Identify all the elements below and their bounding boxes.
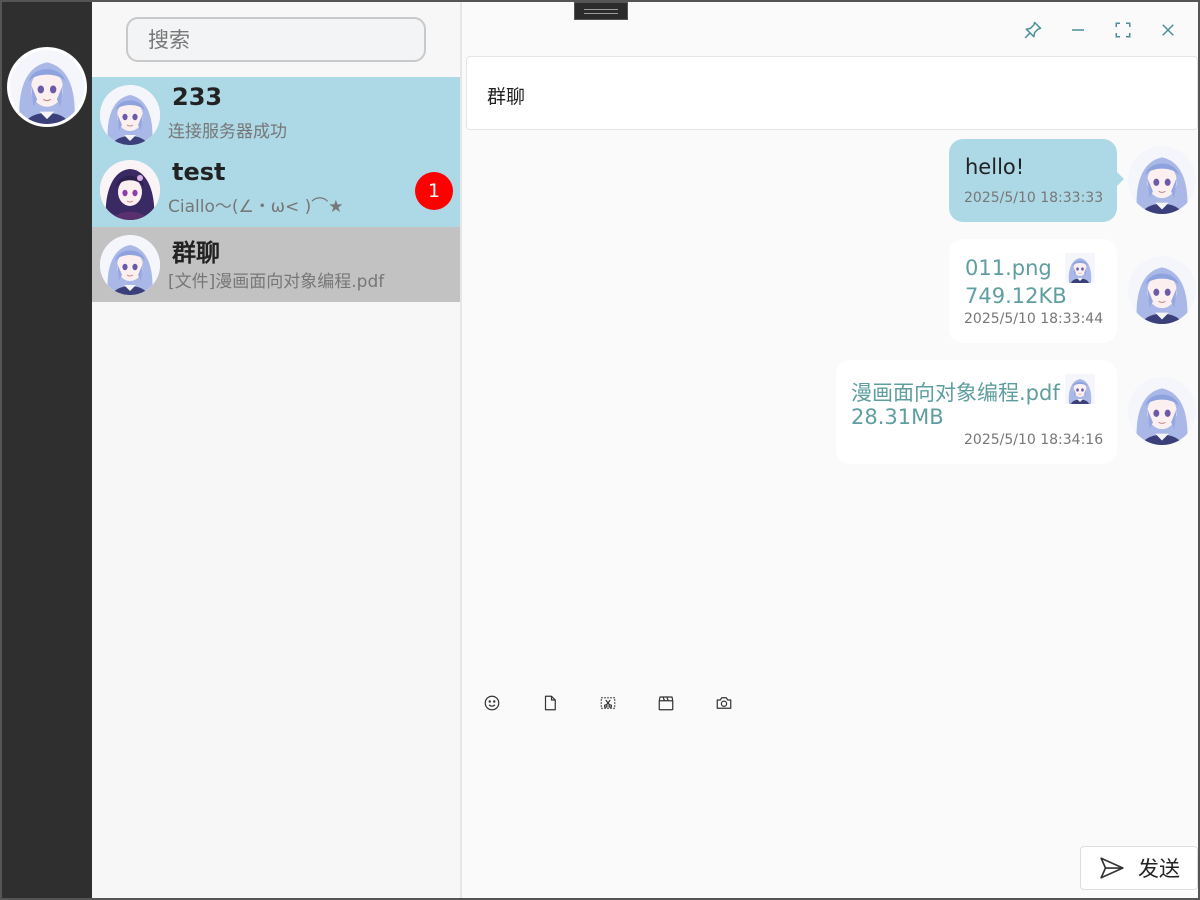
file-icon[interactable] [540,692,560,714]
input-toolbar [482,692,734,714]
send-button[interactable]: 发送 [1080,846,1198,890]
message-text: hello! [965,155,1025,179]
conversation-avatar [100,160,160,220]
file-bubble[interactable]: 011.png 749.12KB 2025/5/10 18:33:44 [949,239,1117,343]
avatar-icon [100,235,160,295]
conversation-item[interactable]: 群聊 [文件]漫画面向对象编程.pdf [92,227,460,302]
avatar-icon [100,85,160,145]
user-avatar-icon [10,50,84,124]
file-thumbnail [1065,253,1095,283]
pdf-thumbnail-icon [1065,374,1095,404]
conversation-name: 群聊 [172,239,220,267]
minimize-icon[interactable] [1064,16,1092,44]
avatar-icon [1128,256,1196,324]
conversation-preview: Ciallo～(∠・ω< )⌒★ [168,197,344,217]
user-avatar[interactable] [7,47,87,127]
avatar-icon [100,160,160,220]
send-icon [1100,857,1124,879]
file-name: 漫画面向对象编程.pdf [851,381,1060,405]
close-icon[interactable] [1154,16,1182,44]
screenshot-icon[interactable] [598,692,618,714]
message-bubble[interactable]: hello! 2025/5/10 18:33:33 [949,139,1117,222]
drag-handle[interactable] [574,2,628,20]
file-bubble[interactable]: 漫画面向对象编程.pdf 28.31MB 2025/5/10 18:34:16 [836,360,1117,464]
avatar-icon [1128,377,1196,445]
image-thumbnail-icon [1065,253,1095,283]
conversation-item[interactable]: test Ciallo～(∠・ω< )⌒★ 1 [92,152,460,227]
conversation-avatar [100,85,160,145]
send-label: 发送 [1138,857,1180,881]
conversation-sidebar: 233 连接服务器成功 test Ciallo～(∠・ω< )⌒★ 1 群聊 [… [92,2,462,898]
chat-title: 群聊 [487,86,526,108]
file-thumbnail [1065,374,1095,404]
camera-icon[interactable] [714,692,734,714]
sender-avatar[interactable] [1128,377,1196,445]
chat-header: 群聊 [466,56,1198,130]
pin-icon[interactable] [1019,16,1047,44]
message-time: 2025/5/10 18:33:33 [964,190,1104,206]
maximize-icon[interactable] [1109,16,1137,44]
unread-badge: 1 [415,172,453,210]
window-controls [1019,16,1182,44]
file-size: 28.31MB [851,405,944,429]
conversation-preview: 连接服务器成功 [168,122,287,142]
conversation-name: test [172,158,226,186]
message-time: 2025/5/10 18:33:44 [964,311,1104,327]
chat-window: 233 连接服务器成功 test Ciallo～(∠・ω< )⌒★ 1 群聊 [… [0,0,1200,900]
chat-panel: 群聊 hello! 2025/5/10 18:33:33 011.png 749… [464,2,1198,898]
conversation-list: 233 连接服务器成功 test Ciallo～(∠・ω< )⌒★ 1 群聊 [… [92,77,460,302]
emoji-icon[interactable] [482,692,502,714]
conversation-name: 233 [172,83,223,111]
conversation-preview: [文件]漫画面向对象编程.pdf [168,272,385,292]
conversation-avatar [100,235,160,295]
video-icon[interactable] [656,692,676,714]
bubble-tail [1117,172,1124,186]
file-name: 011.png [965,256,1052,280]
message-time: 2025/5/10 18:34:16 [964,432,1104,448]
search-input[interactable] [148,27,416,52]
nav-rail [2,2,92,898]
file-size: 749.12KB [965,284,1067,308]
conversation-item[interactable]: 233 连接服务器成功 [92,77,460,152]
avatar-icon [1128,146,1196,214]
sender-avatar[interactable] [1128,256,1196,324]
search-box[interactable] [126,17,426,62]
sender-avatar[interactable] [1128,146,1196,214]
